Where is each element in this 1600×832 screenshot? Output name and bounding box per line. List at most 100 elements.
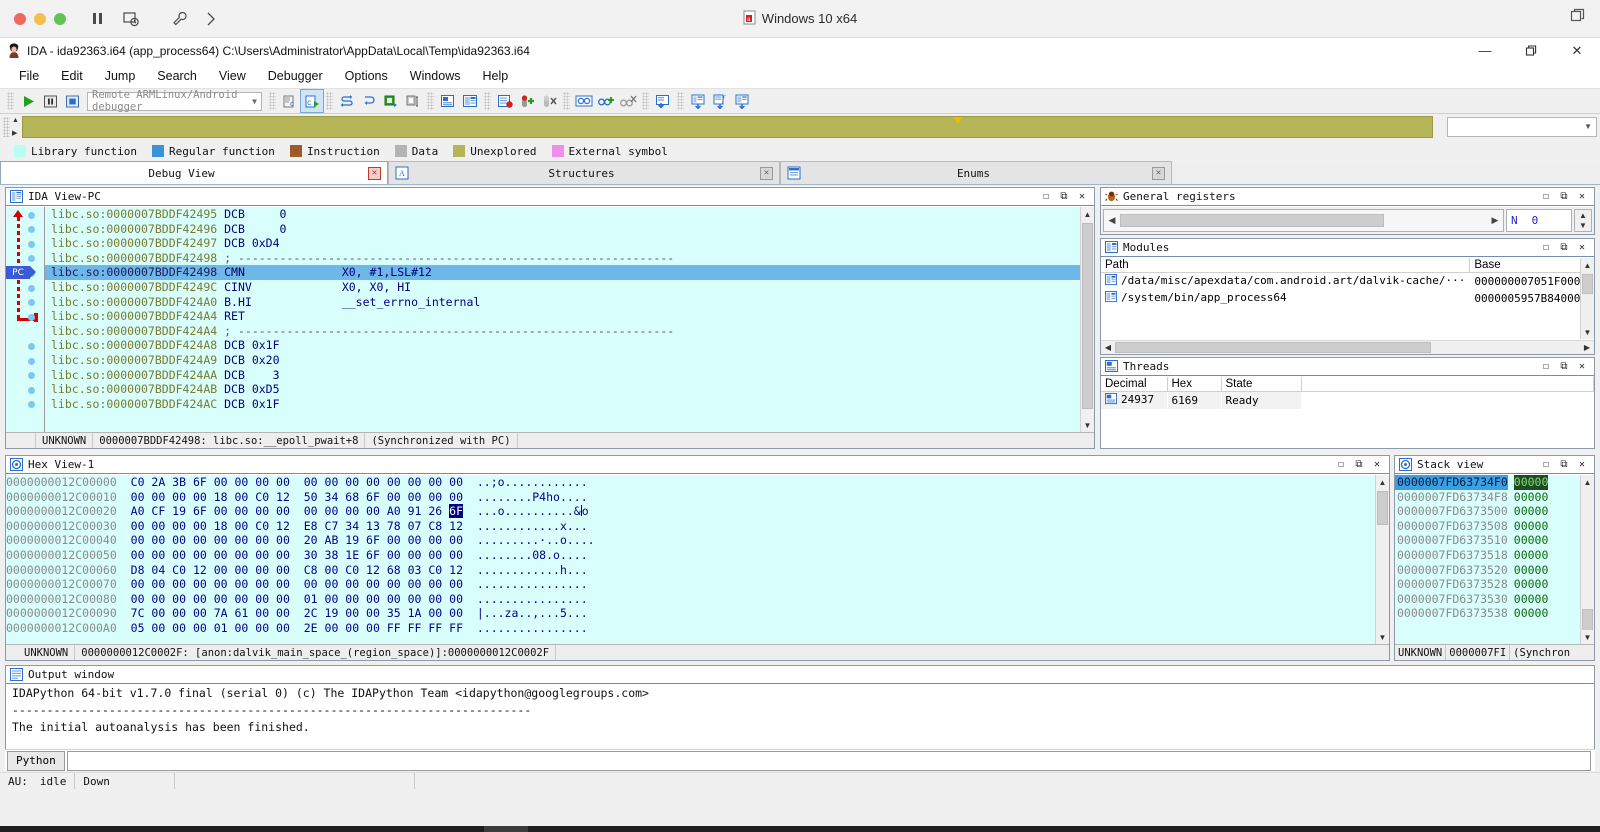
maximize-icon[interactable]: ☐ (1333, 457, 1349, 472)
scroll-down-arrow[interactable]: ▼ (1581, 325, 1594, 339)
navband-arrows[interactable]: ▲ ▶ (12, 117, 20, 137)
disassembly-line[interactable]: libc.so:0000007BDDF424AC DCB 0x1F (45, 397, 1080, 412)
scroll-up-arrow[interactable]: ▲ (1581, 475, 1594, 489)
navband-up-arrow[interactable]: ▲ (12, 117, 20, 124)
flag-value[interactable]: 0 (1532, 214, 1539, 227)
hex-row[interactable]: 0000000012C00000 C0 2A 3B 6F 00 00 00 00… (6, 475, 1375, 490)
disassembly-gutter[interactable]: PC (6, 207, 44, 432)
disassembly-line[interactable]: libc.so:0000007BDDF42496 DCB 0 (45, 222, 1080, 237)
names-window-button[interactable] (687, 90, 709, 112)
table-row[interactable]: /system/bin/app_process64 0000005957B840… (1101, 290, 1580, 307)
window-traffic-lights[interactable] (0, 12, 66, 25)
add-watch-button[interactable] (595, 90, 617, 112)
menubar[interactable]: File Edit Jump Search View Debugger Opti… (0, 64, 1600, 88)
scroll-thumb[interactable] (1582, 274, 1593, 294)
scroll-down-arrow[interactable]: ▼ (1081, 418, 1094, 432)
close-icon[interactable]: ✕ (1574, 359, 1590, 374)
disassembly-line-current[interactable]: libc.so:0000007BDDF42498 CMN X0, #1,LSL#… (45, 265, 1080, 280)
stop-process-button[interactable] (61, 90, 83, 112)
line-marker-dot[interactable] (28, 387, 35, 394)
line-marker-dot[interactable] (28, 343, 35, 350)
tab-structures[interactable]: A Structures ✕ (388, 161, 780, 184)
threads-col-hex[interactable]: Hex (1167, 377, 1222, 392)
photo-app-button[interactable] (264, 826, 308, 832)
line-marker-dot[interactable] (28, 314, 35, 321)
disassembly-line[interactable]: libc.so:0000007BDDF42498 ; -------------… (45, 251, 1080, 266)
menu-view[interactable]: View (208, 67, 257, 85)
modules-col-path[interactable]: Path (1101, 258, 1471, 273)
scroll-up-arrow[interactable]: ▲ (1376, 475, 1389, 489)
maximize-icon[interactable]: ☐ (1038, 189, 1054, 204)
hex-row[interactable]: 0000000012C00050 00 00 00 00 00 00 00 00… (6, 548, 1375, 563)
scroll-thumb[interactable] (1115, 342, 1432, 353)
breakpoint-list-button[interactable] (494, 90, 516, 112)
hex-row[interactable]: 0000000012C000A0 05 00 00 00 01 00 00 00… (6, 621, 1375, 636)
hex-row-selected[interactable]: 0000000012C00020 A0 CF 19 6F 00 00 00 00… (6, 504, 1375, 519)
hex-row[interactable]: 0000000012C00040 00 00 00 00 00 00 00 00… (6, 533, 1375, 548)
jump-forward-button[interactable] (358, 90, 380, 112)
close-icon[interactable]: ✕ (1574, 240, 1590, 255)
close-button[interactable]: ✕ (1554, 38, 1600, 64)
registers-hscrollbar[interactable]: ◀ ▶ (1103, 209, 1504, 232)
functions-window-button[interactable]: f (709, 90, 731, 112)
minimize-window-dot[interactable] (34, 12, 46, 25)
output-body[interactable]: IDAPython 64-bit v1.7.0 final (serial 0)… (6, 685, 1594, 749)
maximize-window-dot[interactable] (54, 12, 66, 25)
restore-icon[interactable]: ⧉ (1556, 189, 1572, 204)
line-marker-dot[interactable] (28, 299, 35, 306)
show-threads-button[interactable] (437, 90, 459, 112)
navigation-band[interactable] (22, 116, 1433, 138)
disassembly-lines[interactable]: libc.so:0000007BDDF42495 DCB 0 libc.so:0… (44, 207, 1080, 432)
line-marker-dot[interactable] (28, 401, 35, 408)
pause-icon[interactable] (90, 11, 105, 26)
stack-row[interactable]: 0000007FD6373518 00000 (1395, 548, 1580, 563)
table-row[interactable]: /data/misc/apexdata/com.android.art/dalv… (1101, 273, 1580, 291)
restore-icon[interactable]: ⧉ (1556, 457, 1572, 472)
step-into-button[interactable] (402, 90, 424, 112)
close-icon[interactable]: ✕ (1574, 189, 1590, 204)
toolbar-grip-8[interactable] (677, 92, 684, 110)
delete-breakpoint-button[interactable] (538, 90, 560, 112)
threads-table[interactable]: Decimal Hex State 24937 6169 Ready (1101, 377, 1594, 409)
scroll-right-arrow[interactable]: ▶ (1487, 215, 1503, 226)
modules-table[interactable]: Path Base /data/misc/apexdata/com.androi… (1101, 258, 1580, 307)
stackview-body[interactable]: 0000007FD63734F0 00000 0000007FD63734F8 00… (1395, 475, 1580, 644)
line-marker-dot[interactable] (28, 372, 35, 379)
line-marker-dot[interactable] (28, 285, 35, 292)
close-icon[interactable]: ✕ (1152, 166, 1165, 180)
jump-back-button[interactable] (336, 90, 358, 112)
open-subviews-button[interactable] (652, 90, 674, 112)
segments-window-button[interactable] (731, 90, 753, 112)
maximize-icon[interactable]: ☐ (1538, 240, 1554, 255)
stack-row[interactable]: 0000007FD6373508 00000 (1395, 519, 1580, 534)
menu-search[interactable]: Search (146, 67, 208, 85)
disassembly-vscrollbar[interactable]: ▲ ▼ (1080, 207, 1094, 432)
wrench-icon[interactable] (172, 11, 188, 27)
line-marker-dot[interactable] (28, 226, 35, 233)
add-breakpoint-button[interactable] (516, 90, 538, 112)
toolbar-grip-7[interactable] (642, 92, 649, 110)
show-modules-button[interactable] (459, 90, 481, 112)
scroll-track[interactable] (1120, 214, 1487, 227)
window-controls[interactable]: — ✕ (1462, 38, 1600, 64)
maximize-icon[interactable]: ☐ (1538, 359, 1554, 374)
scroll-left-arrow[interactable]: ◀ (1101, 343, 1115, 352)
navband-combo[interactable]: ▼ (1447, 117, 1597, 137)
restore-icon[interactable]: ⧉ (1351, 457, 1367, 472)
pause-process-button[interactable] (39, 90, 61, 112)
step-into-source-button[interactable]: c (279, 90, 301, 112)
spinner-up-arrow[interactable]: ▲ (1579, 211, 1587, 220)
vm-restore-icon[interactable] (1570, 8, 1600, 29)
hex-row[interactable]: 0000000012C00080 00 00 00 00 00 00 00 00… (6, 592, 1375, 607)
scroll-left-arrow[interactable]: ◀ (1104, 215, 1120, 226)
menu-file[interactable]: File (8, 67, 50, 85)
disassembly-line[interactable]: libc.so:0000007BDDF424AB DCB 0xD5 (45, 382, 1080, 397)
maximize-icon[interactable]: ☐ (1538, 457, 1554, 472)
chevron-down-icon[interactable]: ▼ (252, 97, 257, 106)
navband-down-arrow[interactable]: ▶ (12, 129, 20, 137)
close-window-dot[interactable] (14, 12, 26, 25)
modules-hscrollbar[interactable]: ◀ ▶ (1101, 340, 1594, 354)
stack-row[interactable]: 0000007FD6373538 00000 (1395, 606, 1580, 621)
android-studio-button[interactable] (308, 826, 352, 832)
ida-button[interactable] (484, 826, 528, 832)
